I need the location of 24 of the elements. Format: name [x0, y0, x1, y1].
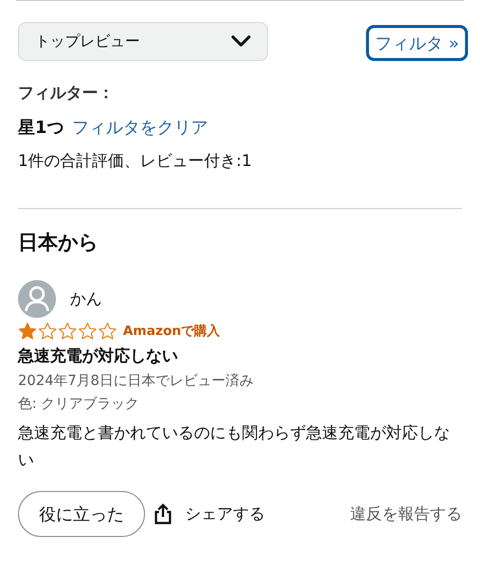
review-body: 急速充電と書かれているのにも関わらず急速充電が対応しない — [18, 422, 451, 471]
section-heading: 日本から — [18, 229, 99, 256]
share-button[interactable]: シェアする — [153, 503, 265, 525]
sort-dropdown[interactable]: トップレビュー — [18, 22, 268, 60]
filter-button[interactable]: フィルタ » — [366, 25, 468, 61]
report-link[interactable]: 違反を報告する — [350, 504, 462, 524]
star-icon — [58, 322, 77, 340]
active-filter: 星1つ — [18, 117, 64, 139]
star-icon — [38, 322, 57, 340]
review-title: 急速充電が対応しない — [18, 346, 179, 367]
filter-heading: フィルター： — [18, 83, 115, 104]
helpful-button[interactable]: 役に立った — [18, 491, 145, 537]
product-variant: 色: クリアブラック — [18, 395, 140, 413]
chevron-down-icon — [231, 35, 251, 47]
clear-filter-link[interactable]: フィルタをクリア — [72, 116, 208, 139]
verified-purchase-label: Amazonで購入 — [123, 322, 220, 340]
reviewer-name: かん — [70, 288, 102, 310]
star-icon — [18, 322, 37, 340]
review-date: 2024年7月8日に日本でレビュー済み — [18, 372, 254, 390]
review-count: 1件の合計評価、レビュー付き:1 — [18, 151, 253, 172]
star-icon — [98, 322, 117, 340]
share-icon — [153, 503, 173, 525]
avatar-icon — [18, 280, 56, 318]
star-icon — [78, 322, 97, 340]
